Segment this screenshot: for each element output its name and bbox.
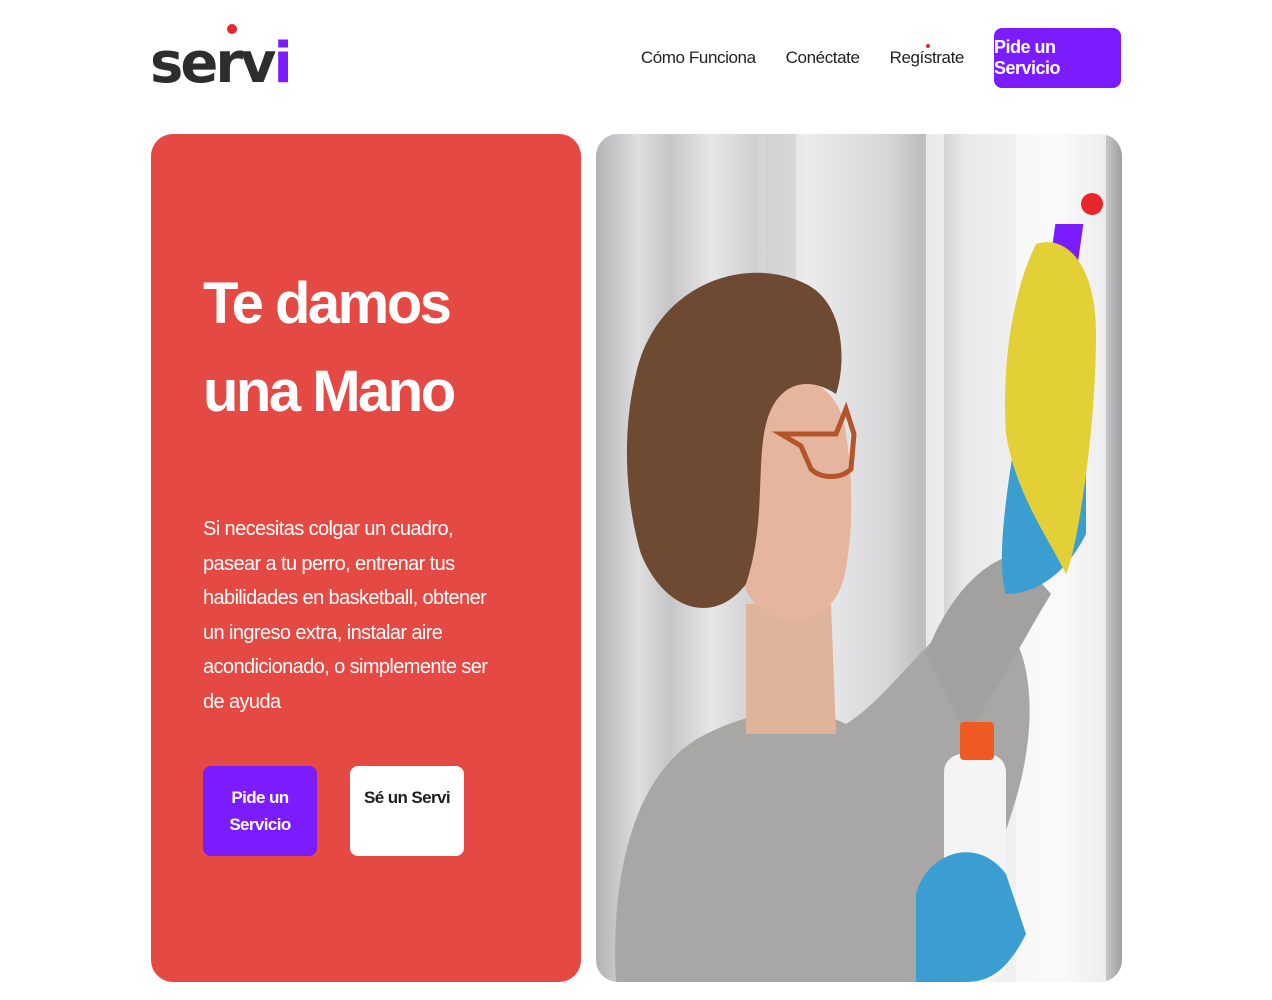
nav-link-como-funciona[interactable]: Cómo Funciona <box>641 48 756 68</box>
hero-card: Te damos una Mano Si necesitas colgar un… <box>151 134 581 982</box>
servi-logo[interactable]: serv i <box>150 22 293 92</box>
logo-dot-icon <box>227 24 237 34</box>
nav-link-registrate[interactable]: Regístrate <box>890 44 964 68</box>
hero-title: Te damos una Mano <box>203 260 543 436</box>
hero-become-servi-button[interactable]: Sé un Servi <box>350 766 464 856</box>
logo-accent-letter: i <box>273 31 293 96</box>
hero-title-line2: una Mano <box>203 359 456 424</box>
logo-wordmark: serv <box>150 31 276 96</box>
hero-photo <box>596 134 1122 982</box>
hero-title-line1: Te damos <box>203 271 452 336</box>
hero-description: Si necesitas colgar un cuadro, pasear a … <box>203 518 488 713</box>
main-nav: Cómo Funciona Conéctate Regístrate Pide … <box>641 28 1121 88</box>
woman-cleaning-window-illustration <box>615 134 1106 982</box>
nav-request-service-button[interactable]: Pide un Servicio <box>994 28 1121 88</box>
hero-request-service-button[interactable]: Pide un Servicio <box>203 766 317 856</box>
nav-link-conectate[interactable]: Conéctate <box>786 48 860 68</box>
